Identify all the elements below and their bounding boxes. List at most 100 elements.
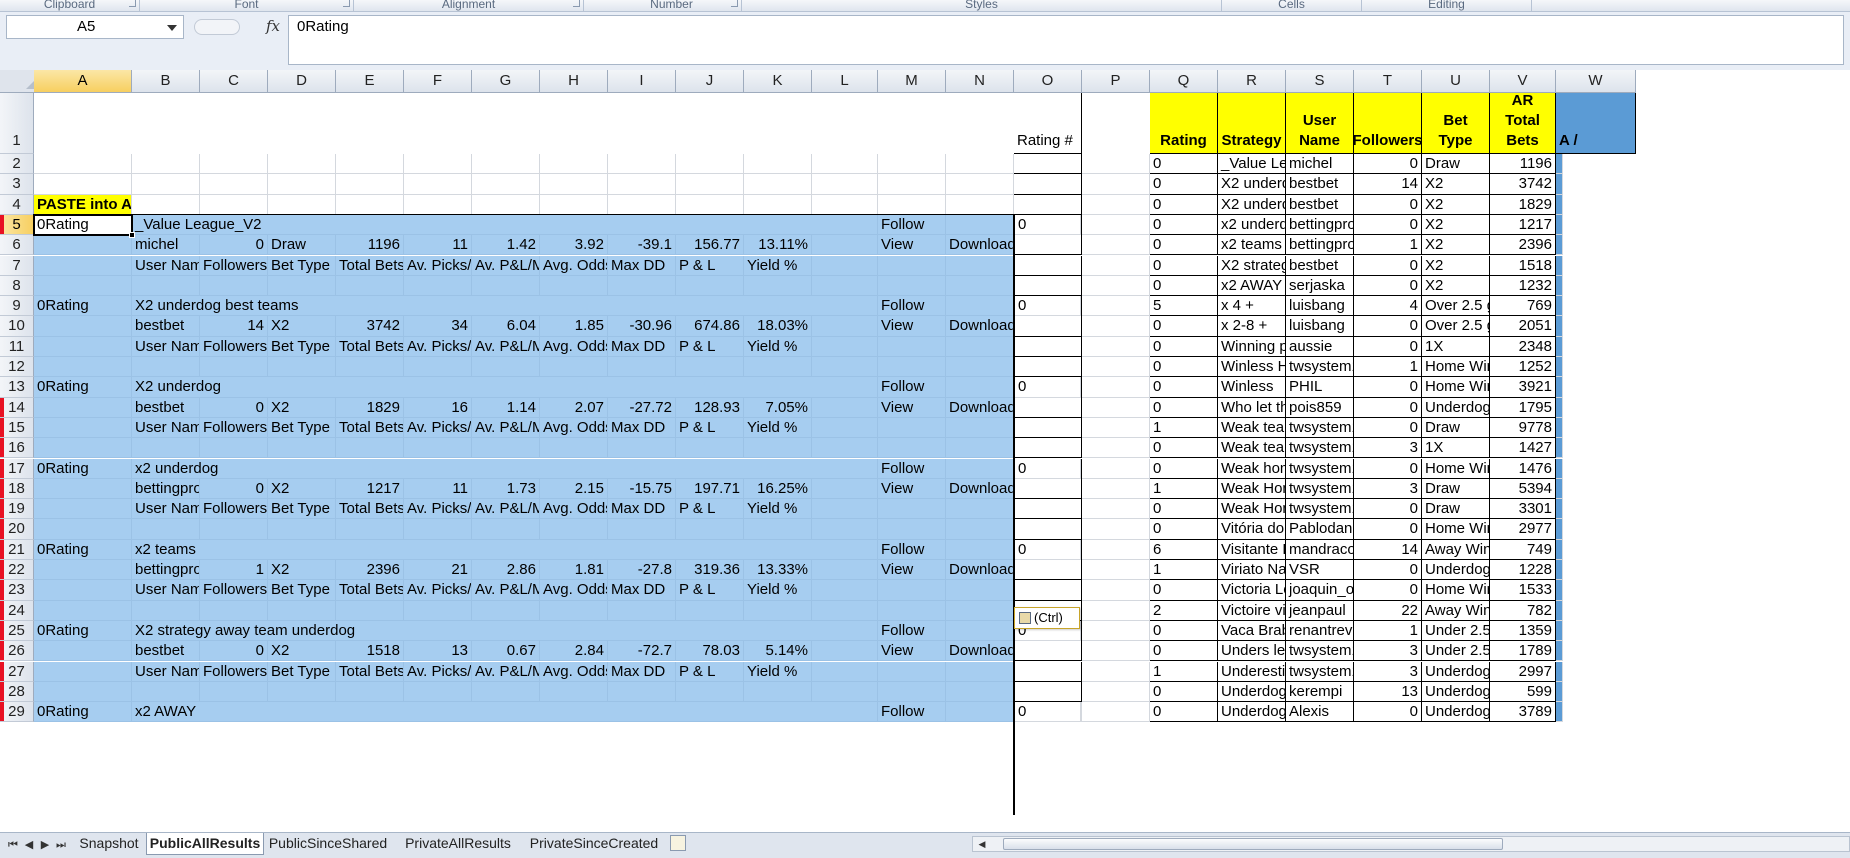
summary-cell-q[interactable]: 6: [1150, 539, 1218, 560]
row-header-4[interactable]: 4: [0, 194, 34, 215]
grid-cell[interactable]: [608, 174, 676, 195]
row-header-6[interactable]: 6: [0, 235, 34, 256]
summary-cell-v[interactable]: 749: [1490, 539, 1556, 560]
block-cell[interactable]: [878, 275, 946, 297]
summary-cell-t[interactable]: 14: [1354, 174, 1422, 195]
block-cell[interactable]: [540, 519, 608, 540]
summary-cell-t[interactable]: 0: [1354, 580, 1422, 601]
block-cell[interactable]: [132, 519, 200, 540]
summary-cell-t[interactable]: 13: [1354, 681, 1422, 703]
rating-number-cell[interactable]: [1014, 275, 1082, 297]
column-header-e[interactable]: E: [336, 70, 404, 93]
summary-cell-t[interactable]: 0: [1354, 397, 1422, 418]
summary-cell-r[interactable]: Vitória do: [1218, 519, 1286, 540]
summary-cell-t[interactable]: 0: [1354, 458, 1422, 479]
rating-number-cell[interactable]: [1014, 438, 1082, 459]
summary-cell-s[interactable]: twsystem1: [1286, 357, 1354, 378]
summary-cell-q[interactable]: 0: [1150, 702, 1218, 723]
view-link[interactable]: View: [878, 560, 946, 581]
block-cell[interactable]: [946, 458, 1014, 479]
block-cell[interactable]: [540, 600, 608, 621]
block-cell[interactable]: [34, 499, 132, 520]
block-cell[interactable]: [34, 661, 132, 682]
summary-cell-r[interactable]: Victoria Lo: [1218, 580, 1286, 601]
block-cell[interactable]: [676, 438, 744, 459]
block-cell[interactable]: [946, 519, 1014, 540]
block-cell[interactable]: [608, 357, 676, 378]
rating-number-cell[interactable]: [1014, 641, 1082, 662]
block-cell[interactable]: [34, 519, 132, 540]
summary-cell-q[interactable]: 0: [1150, 499, 1218, 520]
summary-cell-u[interactable]: Home Win: [1422, 519, 1490, 540]
column-header-v[interactable]: V: [1490, 70, 1556, 93]
grid-cell[interactable]: [1082, 438, 1150, 459]
view-link[interactable]: View: [878, 316, 946, 337]
summary-cell-q[interactable]: 0: [1150, 519, 1218, 540]
block-cell[interactable]: [132, 275, 200, 297]
block-cell[interactable]: [404, 600, 472, 621]
block-cell[interactable]: [878, 600, 946, 621]
summary-cell-s[interactable]: VSR: [1286, 560, 1354, 581]
summary-cell-v[interactable]: 2051: [1490, 316, 1556, 337]
follow-link[interactable]: Follow: [878, 539, 946, 560]
block-cell[interactable]: [946, 377, 1014, 398]
rating-number-cell[interactable]: [1014, 560, 1082, 581]
next-sheet-icon[interactable]: ▶: [38, 838, 52, 852]
block-cell[interactable]: [34, 357, 132, 378]
block-cell[interactable]: [812, 255, 878, 276]
rating-number-cell[interactable]: [1014, 336, 1082, 357]
follow-link[interactable]: Follow: [878, 214, 946, 236]
summary-cell-s[interactable]: joaquin_or: [1286, 580, 1354, 601]
grid-cell[interactable]: [34, 174, 132, 195]
rating-number-cell[interactable]: [1014, 661, 1082, 682]
column-header-l[interactable]: L: [812, 70, 878, 93]
summary-cell-w[interactable]: [1556, 438, 1563, 459]
summary-cell-q[interactable]: 0: [1150, 641, 1218, 662]
block-cell[interactable]: [404, 681, 472, 703]
block-cell[interactable]: [812, 478, 878, 500]
block-cell[interactable]: [812, 357, 878, 378]
block-cell[interactable]: [946, 539, 1014, 560]
summary-cell-r[interactable]: _Value League_V2: [1218, 154, 1286, 175]
grid-cell[interactable]: [1082, 417, 1150, 439]
column-header-q[interactable]: Q: [1150, 70, 1218, 93]
summary-cell-s[interactable]: twsystem1: [1286, 458, 1354, 479]
column-header-b[interactable]: B: [132, 70, 200, 93]
column-header-g[interactable]: G: [472, 70, 540, 93]
summary-cell-q[interactable]: 5: [1150, 296, 1218, 317]
block-cell[interactable]: [336, 681, 404, 703]
block-cell[interactable]: [132, 600, 200, 621]
summary-cell-t[interactable]: 3: [1354, 438, 1422, 459]
summary-cell-s[interactable]: bettingpro: [1286, 214, 1354, 236]
summary-cell-s[interactable]: michel: [1286, 154, 1354, 175]
summary-cell-q[interactable]: 1: [1150, 661, 1218, 682]
summary-cell-w[interactable]: [1556, 255, 1563, 276]
summary-cell-r[interactable]: Visitante H: [1218, 539, 1286, 560]
grid-cell[interactable]: [268, 154, 336, 175]
summary-cell-q[interactable]: 0: [1150, 377, 1218, 398]
block-cell[interactable]: [878, 661, 946, 682]
summary-cell-t[interactable]: 0: [1354, 154, 1422, 175]
summary-cell-w[interactable]: [1556, 357, 1563, 378]
grid-cell[interactable]: [1082, 661, 1150, 682]
block-cell[interactable]: [946, 336, 1014, 357]
column-header-u[interactable]: U: [1422, 70, 1490, 93]
column-header-r[interactable]: R: [1218, 70, 1286, 93]
chevron-down-icon[interactable]: [167, 25, 177, 31]
row-header-19[interactable]: 19: [0, 499, 34, 520]
summary-cell-s[interactable]: kerempi: [1286, 681, 1354, 703]
block-cell[interactable]: [946, 357, 1014, 378]
rating-number-cell[interactable]: [1014, 580, 1082, 601]
grid-cell[interactable]: [540, 174, 608, 195]
summary-cell-r[interactable]: Viriato Nat: [1218, 560, 1286, 581]
block-cell[interactable]: [812, 417, 878, 439]
summary-cell-w[interactable]: [1556, 377, 1563, 398]
summary-cell-w[interactable]: [1556, 154, 1563, 175]
summary-cell-s[interactable]: twsystem1: [1286, 661, 1354, 682]
summary-cell-v[interactable]: 3789: [1490, 702, 1556, 723]
grid-cell[interactable]: [1082, 600, 1150, 621]
rating-number-cell[interactable]: [1014, 154, 1082, 175]
follow-link[interactable]: Follow: [878, 377, 946, 398]
grid-cell[interactable]: [336, 194, 404, 215]
summary-cell-w[interactable]: [1556, 681, 1563, 703]
